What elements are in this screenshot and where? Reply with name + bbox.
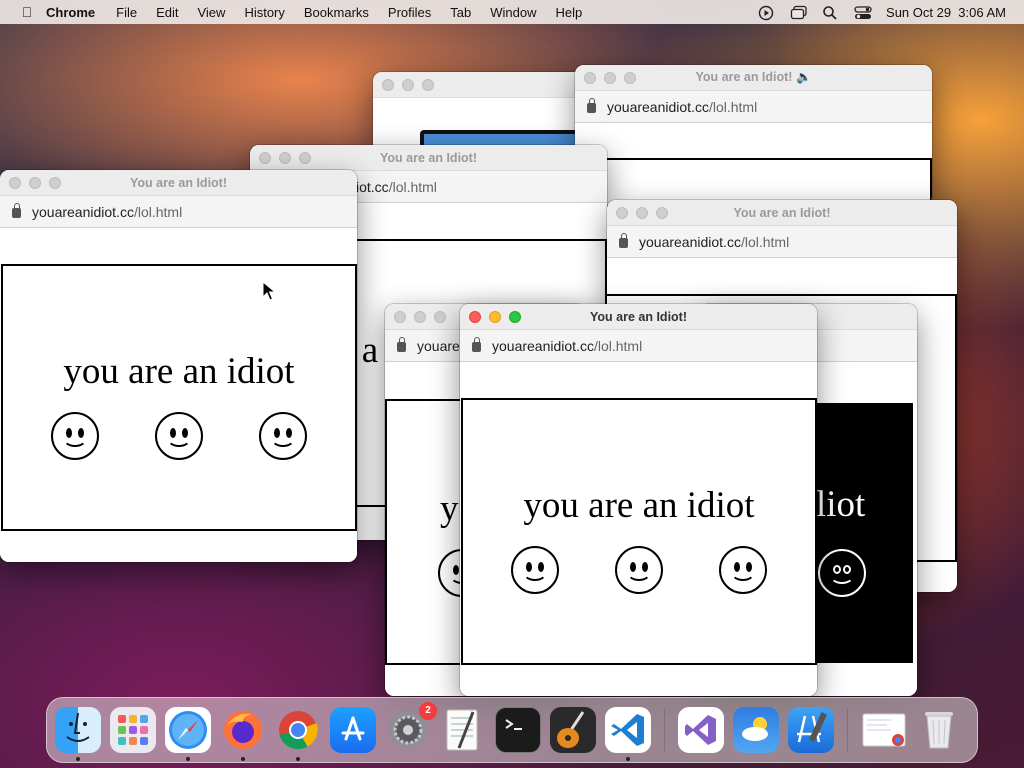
dock-separator xyxy=(847,708,848,752)
window-title: You are an Idiot! xyxy=(380,150,477,165)
title-bar[interactable]: You are an Idiot! xyxy=(250,145,607,171)
window-title: You are an Idiot! xyxy=(590,309,687,324)
idiot-frame: you are an idiot xyxy=(1,264,357,531)
menu-profiles[interactable]: Profiles xyxy=(388,5,431,20)
browser-window-top-right[interactable]: You are an Idiot! 🔈 youareanidiot.cc/lol… xyxy=(575,65,932,205)
url-host: youareanidiot.cc xyxy=(639,233,741,250)
close-button[interactable] xyxy=(382,79,394,91)
url-host: youareanidiot.cc xyxy=(607,98,709,115)
lock-icon xyxy=(397,337,406,352)
url-path: /lol.html xyxy=(740,233,790,250)
url-path: /lol.html xyxy=(133,203,183,220)
close-button[interactable] xyxy=(394,311,406,323)
window-title: You are an Idiot! xyxy=(130,175,227,190)
menu-file[interactable]: File xyxy=(116,5,137,20)
visual-studio-icon[interactable] xyxy=(678,707,724,753)
smiley-face-icon xyxy=(51,412,99,460)
terminal-icon[interactable] xyxy=(495,707,541,753)
title-bar[interactable]: You are an Idiot! xyxy=(607,200,957,226)
zoom-button[interactable] xyxy=(422,79,434,91)
url-path: /lol.html xyxy=(593,337,643,354)
minimize-button[interactable] xyxy=(402,79,414,91)
smiley-row xyxy=(3,412,355,460)
smiley-face-icon xyxy=(719,546,767,594)
menu-history[interactable]: History xyxy=(244,5,284,20)
idiot-message-partial: liot xyxy=(816,484,866,525)
launchpad-icon[interactable] xyxy=(110,707,156,753)
menu-bookmarks[interactable]: Bookmarks xyxy=(304,5,369,20)
page-content: you are an idiot xyxy=(0,229,357,562)
title-bar[interactable] xyxy=(373,72,588,98)
smiley-face-icon xyxy=(155,412,203,460)
finder-icon[interactable] xyxy=(55,707,101,761)
url-host-partial: iot.cc xyxy=(356,178,389,195)
menu-app-name[interactable]: Chrome xyxy=(46,5,95,20)
page-content xyxy=(575,124,932,205)
smiley-face-icon xyxy=(615,546,663,594)
address-bar[interactable]: youareanidiot.cc/lol.html xyxy=(607,226,957,258)
vscode-icon[interactable] xyxy=(605,707,651,761)
dock: 2 xyxy=(46,697,978,763)
idiot-message: you are an idiot xyxy=(63,351,295,392)
dock-separator xyxy=(664,708,665,752)
app-store-icon[interactable] xyxy=(330,707,376,753)
garageband-icon[interactable] xyxy=(550,707,596,753)
spotlight-search-icon[interactable] xyxy=(822,5,838,20)
window-title: You are an Idiot! 🔈 xyxy=(695,70,812,84)
control-center-icon[interactable] xyxy=(854,5,872,19)
idiot-frame xyxy=(575,158,932,205)
menu-bar:  Chrome File Edit View History Bookmark… xyxy=(0,0,1024,24)
idiot-frame: you are an idiot xyxy=(461,398,817,665)
url-host: youareanidiot.cc xyxy=(32,203,134,220)
lock-icon xyxy=(619,233,628,248)
window-title: You are an Idiot! xyxy=(733,205,831,220)
address-bar[interactable]: youareanidiot.cc/lol.html xyxy=(0,196,357,228)
url-path: /lol.html xyxy=(708,98,758,115)
url-path: /lol.html xyxy=(388,178,437,195)
weather-icon[interactable] xyxy=(733,707,779,753)
system-preferences-icon[interactable]: 2 xyxy=(385,702,437,753)
menu-clock[interactable]: Sun Oct 29 3:06 AM xyxy=(886,5,1006,20)
trash-icon[interactable] xyxy=(916,707,962,753)
menu-view[interactable]: View xyxy=(197,5,225,20)
address-bar[interactable]: youareanidiot.cc/lol.html xyxy=(575,91,932,123)
smiley-face-icon xyxy=(511,546,559,594)
address-bar[interactable]: youareanidiot.cc/lol.html xyxy=(460,330,817,362)
smiley-row xyxy=(463,546,815,594)
window-switcher-icon[interactable] xyxy=(790,5,807,20)
zoom-button[interactable] xyxy=(434,311,446,323)
textedit-icon[interactable] xyxy=(440,707,486,753)
browser-window-front[interactable]: You are an Idiot! youareanidiot.cc/lol.h… xyxy=(460,304,817,696)
screen-recording-icon[interactable] xyxy=(758,5,774,21)
minimize-button[interactable] xyxy=(414,311,426,323)
title-bar[interactable]: You are an Idiot! xyxy=(460,304,817,330)
title-bar[interactable]: You are an Idiot! 🔈 xyxy=(575,65,932,91)
menu-edit[interactable]: Edit xyxy=(156,5,178,20)
chrome-document-icon[interactable] xyxy=(861,707,907,753)
url-host: youareanidiot.cc xyxy=(492,337,594,354)
safari-icon[interactable] xyxy=(165,707,211,761)
url-host-partial: youare xyxy=(417,337,460,354)
mouse-cursor-icon xyxy=(262,280,277,306)
menu-window[interactable]: Window xyxy=(490,5,536,20)
firefox-icon[interactable] xyxy=(220,707,266,761)
menu-help[interactable]: Help xyxy=(556,5,583,20)
browser-window-left[interactable]: You are an Idiot! youareanidiot.cc/lol.h… xyxy=(0,170,357,562)
idiot-message: you are an idiot xyxy=(523,485,755,526)
page-content: you are an idiot xyxy=(460,363,817,696)
lock-icon xyxy=(12,203,21,218)
smiley-face-icon xyxy=(818,549,866,597)
title-bar[interactable]: You are an Idiot! xyxy=(0,170,357,196)
apple-menu-icon[interactable]:  xyxy=(18,4,36,20)
smiley-face-icon xyxy=(259,412,307,460)
lock-icon xyxy=(587,98,596,113)
menu-tab[interactable]: Tab xyxy=(450,5,471,20)
chrome-icon[interactable] xyxy=(275,707,321,761)
xcode-icon[interactable] xyxy=(788,707,834,753)
notification-badge: 2 xyxy=(419,702,437,720)
lock-icon xyxy=(472,337,481,352)
